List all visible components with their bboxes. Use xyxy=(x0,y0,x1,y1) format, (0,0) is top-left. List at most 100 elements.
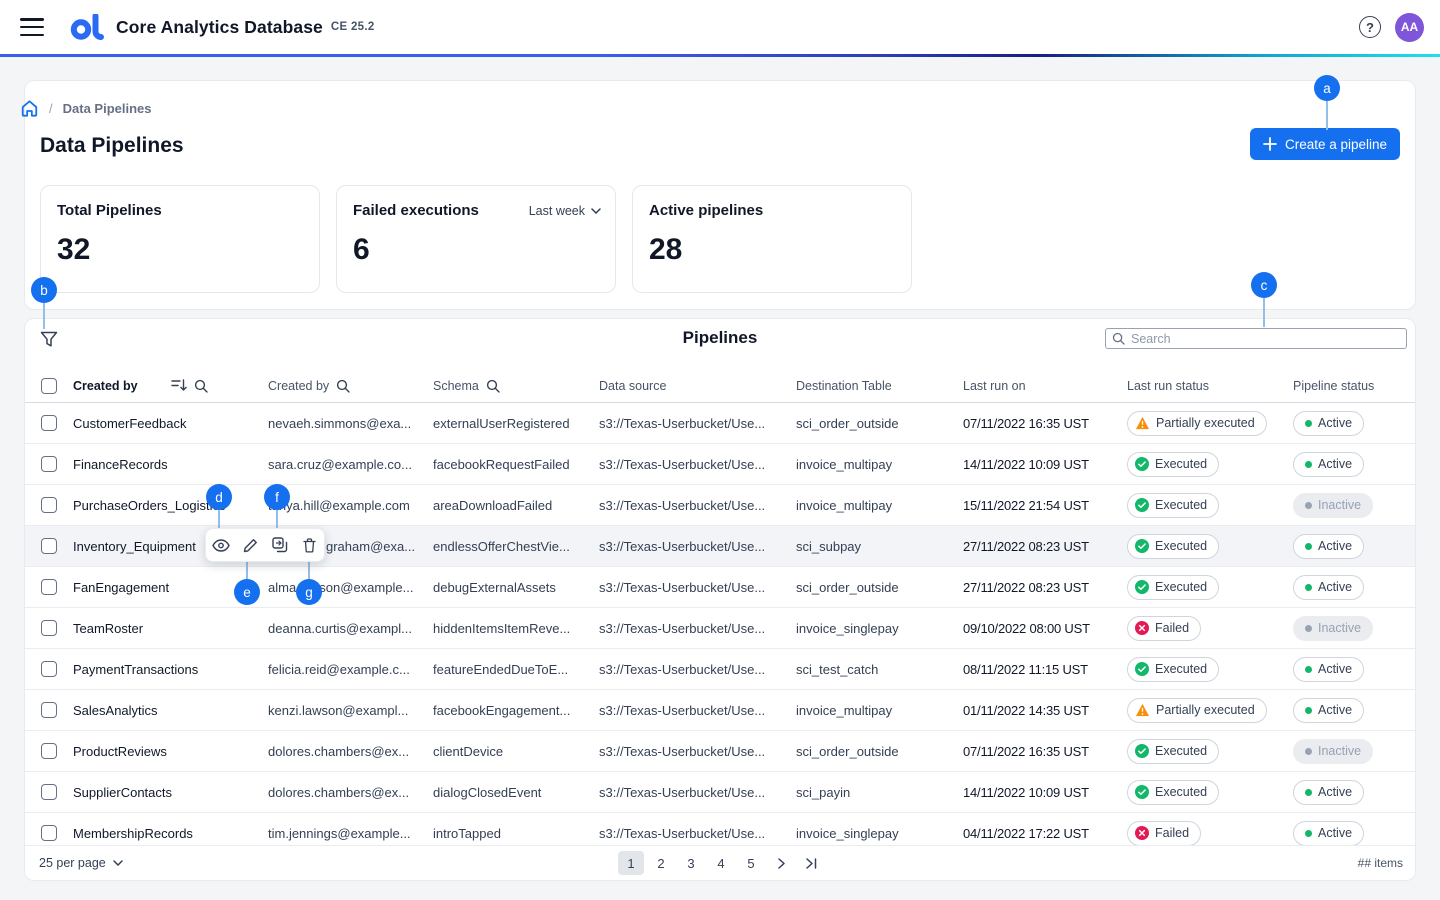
table-row[interactable]: CustomerFeedback nevaeh.simmons@exa... e… xyxy=(25,403,1416,444)
schema: clientDevice xyxy=(433,744,503,759)
search-input[interactable] xyxy=(1131,332,1400,346)
schema: endlessOfferChestVie... xyxy=(433,539,570,554)
table-row[interactable]: PaymentTransactions felicia.reid@example… xyxy=(25,649,1416,690)
table-row[interactable]: SupplierContacts dolores.chambers@ex... … xyxy=(25,772,1416,813)
create-pipeline-button[interactable]: Create a pipeline xyxy=(1250,128,1400,160)
pipeline-status-badge: Active xyxy=(1293,411,1364,436)
annotation-g: g xyxy=(296,579,322,605)
column-run-status: Last run status xyxy=(1127,379,1209,393)
stat-label: Active pipelines xyxy=(649,202,895,219)
destination-table: invoice_singlepay xyxy=(796,826,899,841)
pipeline-name: MembershipRecords xyxy=(73,826,193,841)
table-row[interactable]: TeamRoster deanna.curtis@exampl... hidde… xyxy=(25,608,1416,649)
annotation-b: b xyxy=(31,277,57,303)
schema: areaDownloadFailed xyxy=(433,498,552,513)
destination-table: invoice_multipay xyxy=(796,703,892,718)
stat-value: 28 xyxy=(649,233,895,267)
pipelines-panel: Pipelines Created by Created by xyxy=(24,318,1416,881)
created-by: nevaeh.simmons@exa... xyxy=(268,416,411,431)
row-checkbox[interactable] xyxy=(41,620,57,636)
pipeline-status-badge: Active xyxy=(1293,780,1364,805)
table-row[interactable]: PurchaseOrders_Logistics tanya.hill@exam… xyxy=(25,485,1416,526)
row-actions-popup xyxy=(205,528,325,562)
header-gradient-divider xyxy=(0,54,1440,57)
schema: debugExternalAssets xyxy=(433,580,556,595)
timeframe-dropdown[interactable]: Last week xyxy=(529,204,601,218)
table-row[interactable]: ProductReviews dolores.chambers@ex... cl… xyxy=(25,731,1416,772)
row-checkbox[interactable] xyxy=(41,538,57,554)
pipeline-name: FinanceRecords xyxy=(73,457,168,472)
sort-icon[interactable] xyxy=(171,379,187,392)
page-button-2[interactable]: 2 xyxy=(648,851,674,875)
select-all-checkbox[interactable] xyxy=(41,378,57,394)
column-search-icon[interactable] xyxy=(194,379,208,393)
annotation-stem-g xyxy=(308,562,310,580)
destination-table: sci_order_outside xyxy=(796,580,899,595)
row-checkbox[interactable] xyxy=(41,825,57,841)
row-checkbox[interactable] xyxy=(41,702,57,718)
page-button-5[interactable]: 5 xyxy=(738,851,764,875)
search-icon xyxy=(1112,332,1125,345)
warning-icon xyxy=(1135,416,1150,430)
table-row[interactable]: MembershipRecords tim.jennings@example..… xyxy=(25,813,1416,847)
run-status-badge: Executed xyxy=(1127,452,1219,477)
breadcrumb: / Data Pipelines xyxy=(20,99,152,118)
pipeline-status-badge: Active xyxy=(1293,575,1364,600)
table-row[interactable]: FinanceRecords sara.cruz@example.co... f… xyxy=(25,444,1416,485)
data-source: s3://Texas-Userbucket/Use... xyxy=(599,662,765,677)
annotation-e: e xyxy=(234,579,260,605)
row-checkbox[interactable] xyxy=(41,497,57,513)
last-run-on: 27/11/2022 08:23 UST xyxy=(963,539,1089,554)
home-icon[interactable] xyxy=(20,99,39,118)
data-source: s3://Texas-Userbucket/Use... xyxy=(599,744,765,759)
table-row[interactable]: SalesAnalytics kenzi.lawson@exampl... fa… xyxy=(25,690,1416,731)
annotation-stem-c xyxy=(1263,298,1265,327)
row-checkbox[interactable] xyxy=(41,579,57,595)
chevron-down-icon xyxy=(113,860,123,866)
stat-label: Total Pipelines xyxy=(57,202,303,219)
column-search-icon[interactable] xyxy=(336,379,350,393)
data-source: s3://Texas-Userbucket/Use... xyxy=(599,785,765,800)
delete-icon[interactable] xyxy=(297,533,321,557)
view-icon[interactable] xyxy=(209,533,233,557)
breadcrumb-separator: / xyxy=(49,101,53,116)
destination-table: sci_order_outside xyxy=(796,416,899,431)
last-run-on: 04/11/2022 17:22 UST xyxy=(963,826,1089,841)
last-run-on: 08/11/2022 11:15 UST xyxy=(963,662,1088,677)
per-page-dropdown[interactable]: 25 per page xyxy=(39,856,123,870)
avatar[interactable]: AA xyxy=(1395,13,1424,42)
edit-icon[interactable] xyxy=(238,533,262,557)
data-source: s3://Texas-Userbucket/Use... xyxy=(599,457,765,472)
filter-icon[interactable] xyxy=(37,327,61,351)
check-circle-icon xyxy=(1135,580,1149,594)
breadcrumb-current: Data Pipelines xyxy=(63,101,152,116)
app-title: Core Analytics Database xyxy=(116,17,323,38)
table-body: CustomerFeedback nevaeh.simmons@exa... e… xyxy=(25,403,1416,847)
annotation-c: c xyxy=(1251,272,1277,298)
row-checkbox[interactable] xyxy=(41,784,57,800)
pipeline-status-badge: Inactive xyxy=(1293,739,1373,764)
last-page-icon[interactable] xyxy=(798,851,824,875)
hamburger-menu-icon[interactable] xyxy=(20,18,44,36)
chevron-down-icon xyxy=(591,208,601,214)
row-checkbox[interactable] xyxy=(41,415,57,431)
page-button-3[interactable]: 3 xyxy=(678,851,704,875)
row-checkbox[interactable] xyxy=(41,456,57,472)
annotation-stem-d xyxy=(218,509,220,528)
destination-table: invoice_multipay xyxy=(796,457,892,472)
table-search xyxy=(1105,328,1407,349)
help-icon[interactable]: ? xyxy=(1359,16,1381,38)
page-button-1[interactable]: 1 xyxy=(618,851,644,875)
column-search-icon[interactable] xyxy=(486,379,500,393)
data-source: s3://Texas-Userbucket/Use... xyxy=(599,580,765,595)
annotation-stem-e xyxy=(246,562,248,580)
next-page-icon[interactable] xyxy=(768,851,794,875)
page: Core Analytics Database CE 25.2 ? AA / D… xyxy=(0,0,1440,900)
row-checkbox[interactable] xyxy=(41,661,57,677)
data-source: s3://Texas-Userbucket/Use... xyxy=(599,539,765,554)
duplicate-icon[interactable] xyxy=(268,533,292,557)
page-button-4[interactable]: 4 xyxy=(708,851,734,875)
data-source: s3://Texas-Userbucket/Use... xyxy=(599,703,765,718)
row-checkbox[interactable] xyxy=(41,743,57,759)
pipeline-status-badge: Active xyxy=(1293,452,1364,477)
